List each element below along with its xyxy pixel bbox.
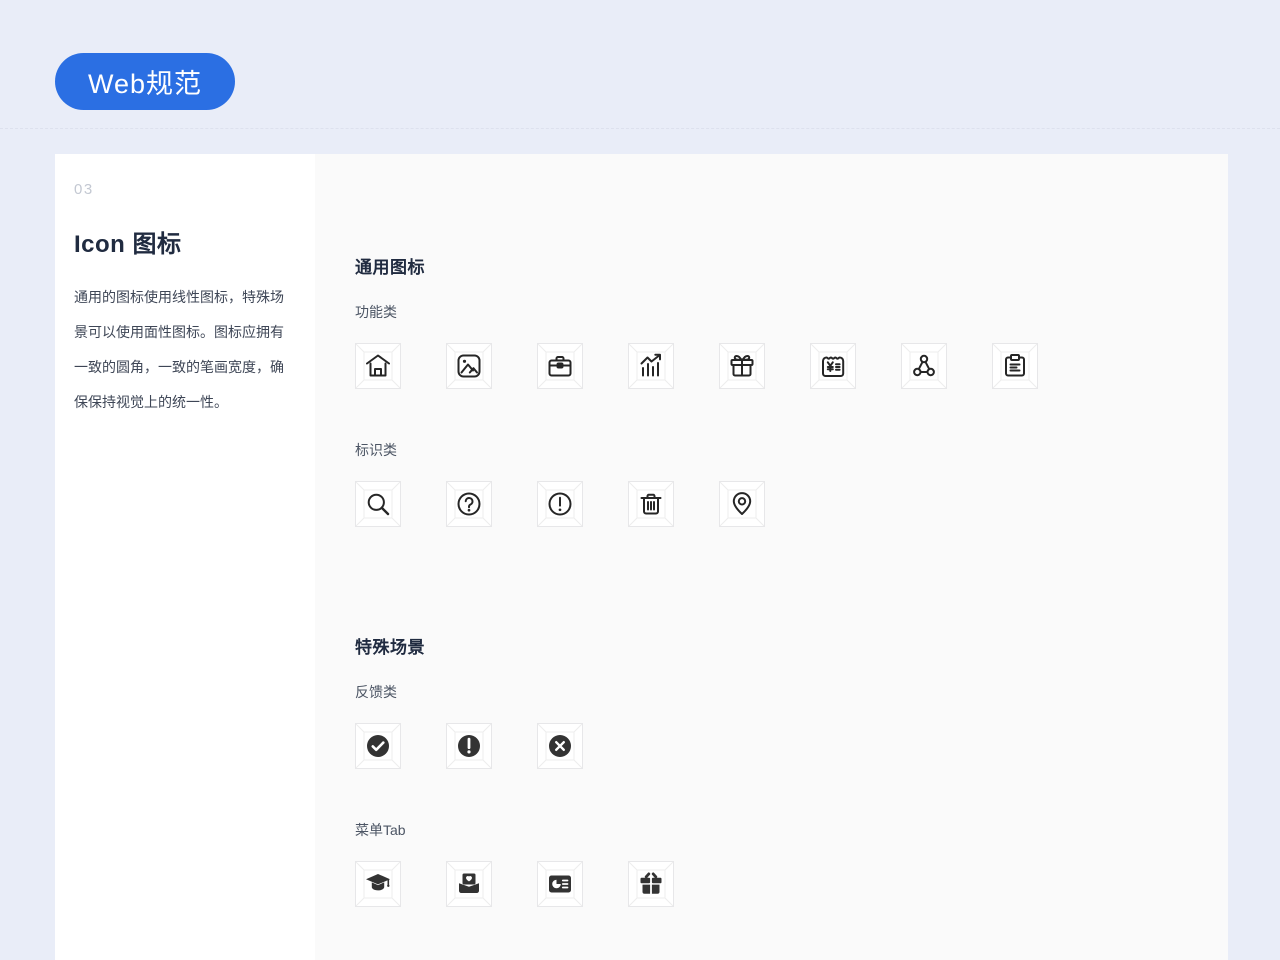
web-spec-badge: Web规范: [55, 53, 236, 110]
icon-group: 功能类: [355, 302, 1228, 389]
icon-group-label: 标识类: [355, 442, 397, 458]
check-circle-filled-icon: [355, 723, 401, 769]
icon-row: [355, 723, 1228, 769]
icon-group: 反馈类: [355, 682, 1228, 769]
icon-specimen-area: 通用图标功能类标识类特殊场景反馈类菜单Tab: [315, 154, 1228, 960]
icon-group: 标识类: [355, 440, 1228, 527]
question-circle-icon: [446, 481, 492, 527]
icon-section: 特殊场景反馈类菜单Tab: [355, 633, 1228, 907]
briefcase-icon: [537, 343, 583, 389]
location-pin-icon: [719, 481, 765, 527]
web-spec-badge-label: Web规范: [88, 69, 203, 99]
close-circle-filled-icon: [537, 723, 583, 769]
icon-row: [355, 343, 1228, 389]
spec-sidebar: 03 Icon 图标 通用的图标使用线性图标，特殊场景可以使用面性图标。图标应拥…: [55, 154, 315, 960]
icon-group-label: 功能类: [355, 304, 397, 320]
page-title: Icon 图标: [74, 231, 182, 258]
background-divider-line: [0, 128, 1280, 129]
share-network-icon: [901, 343, 947, 389]
trash-icon: [628, 481, 674, 527]
icon-row: [355, 861, 1228, 907]
icon-group-label: 反馈类: [355, 684, 397, 700]
home-icon: [355, 343, 401, 389]
exclamation-circle-icon: [537, 481, 583, 527]
section-index: 03: [74, 181, 94, 198]
spec-card: 03 Icon 图标 通用的图标使用线性图标，特殊场景可以使用面性图标。图标应拥…: [55, 154, 1228, 960]
gift-icon: [719, 343, 765, 389]
clipboard-icon: [992, 343, 1038, 389]
exclamation-circle-filled-icon: [446, 723, 492, 769]
icon-section-title: 通用图标: [355, 258, 425, 277]
bill-icon: [810, 343, 856, 389]
icon-section: 通用图标功能类标识类: [355, 253, 1228, 527]
icon-group-label: 菜单Tab: [355, 822, 406, 838]
icon-row: [355, 481, 1228, 527]
image-icon: [446, 343, 492, 389]
mail-heart-filled-icon: [446, 861, 492, 907]
education-filled-icon: [355, 861, 401, 907]
chart-icon: [628, 343, 674, 389]
report-card-filled-icon: [537, 861, 583, 907]
page-description: 通用的图标使用线性图标，特殊场景可以使用面性图标。图标应拥有一致的圆角，一致的笔…: [74, 289, 284, 410]
icon-group: 菜单Tab: [355, 820, 1228, 907]
search-icon: [355, 481, 401, 527]
icon-section-title: 特殊场景: [355, 638, 425, 657]
gift-filled-icon: [628, 861, 674, 907]
